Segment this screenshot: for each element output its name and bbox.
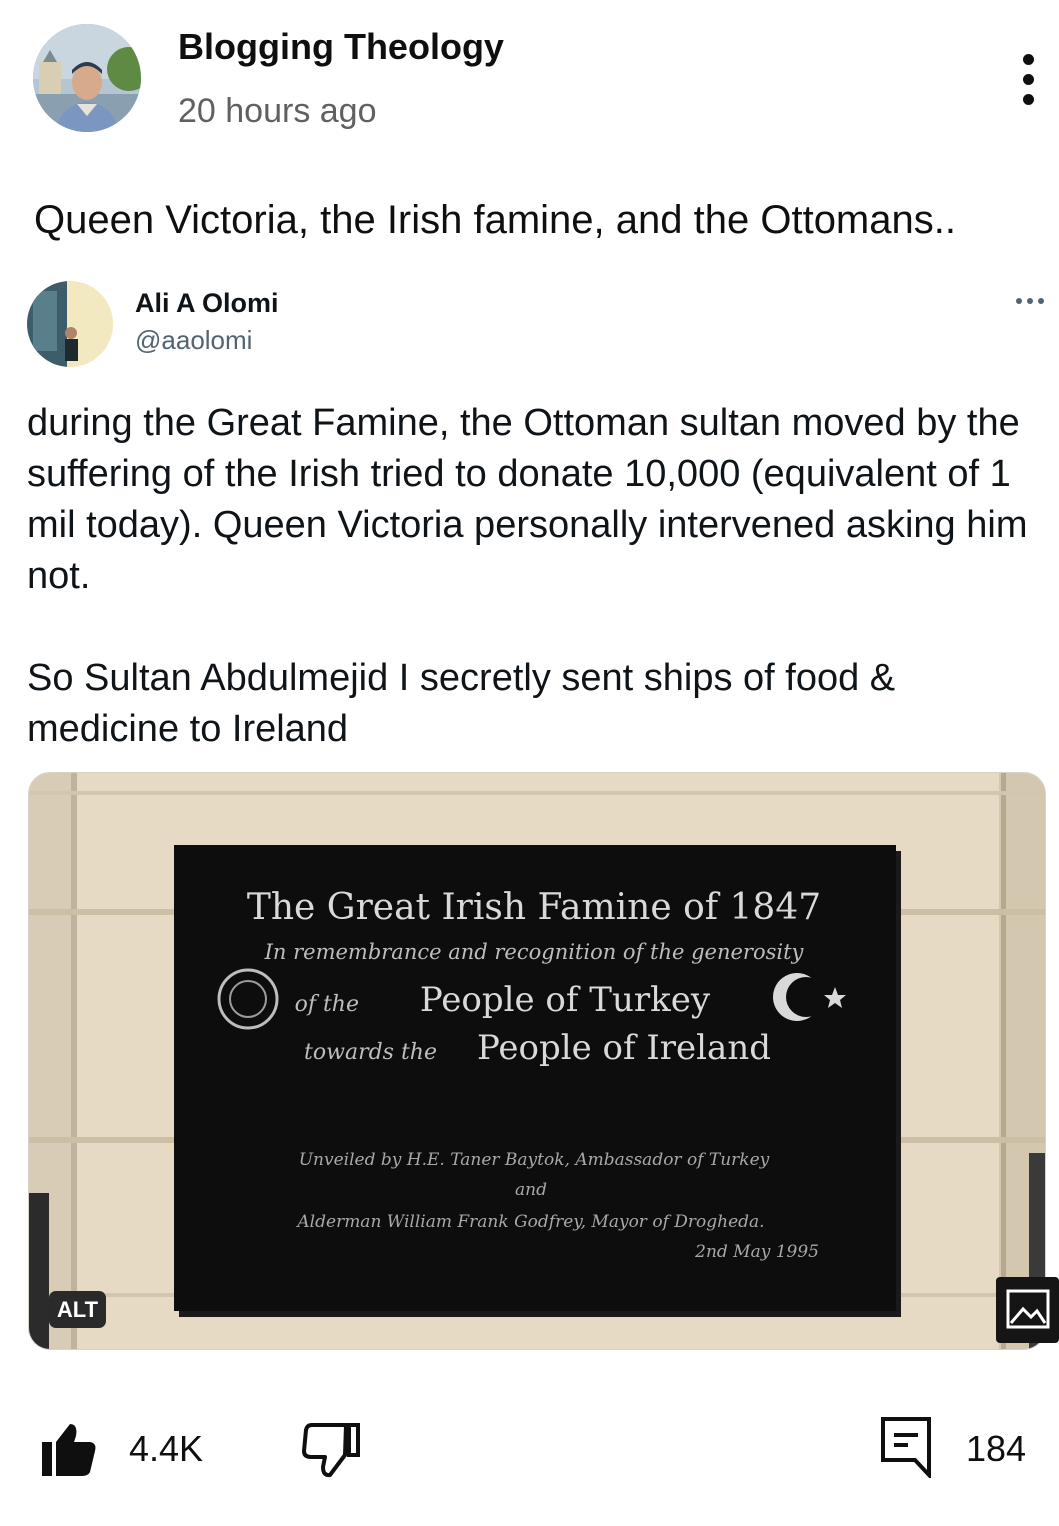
image-icon[interactable]	[996, 1277, 1059, 1343]
tweet-paragraph: during the Great Famine, the Ottoman sul…	[27, 402, 1028, 597]
tweet-author-avatar	[27, 281, 113, 367]
post-text: Queen Victoria, the Irish famine, and th…	[34, 198, 956, 242]
comment-icon[interactable]	[880, 1416, 932, 1481]
alt-badge[interactable]: ALT	[49, 1291, 106, 1328]
thumbs-down-outline-icon[interactable]	[302, 1421, 362, 1479]
thumbs-up-filled-icon[interactable]	[40, 1420, 98, 1478]
comment-count: 184	[966, 1428, 1027, 1469]
plaque-line: and	[515, 1180, 547, 1200]
more-vert-icon[interactable]	[1008, 52, 1048, 108]
tweet-image[interactable]: The Great Irish Famine of 1847 In rememb…	[28, 772, 1046, 1350]
plaque-line: of the	[295, 992, 359, 1017]
plaque-line: towards the	[304, 1040, 437, 1065]
tweet-paragraph: So Sultan Abdulmejid I secretly sent shi…	[27, 657, 896, 750]
plaque-line: People of Turkey	[420, 980, 711, 1020]
plaque-line: In remembrance and recognition of the ge…	[264, 940, 805, 964]
plaque-title: The Great Irish Famine of 1847	[247, 887, 821, 928]
more-horiz-icon	[1016, 294, 1046, 308]
tweet-text: during the Great Famine, the Ottoman sul…	[27, 398, 1052, 755]
plaque-line: People of Ireland	[477, 1028, 771, 1068]
plaque-line: Unveiled by H.E. Taner Baytok, Ambassado…	[299, 1150, 770, 1170]
channel-name[interactable]: Blogging Theology	[178, 26, 504, 68]
plaque-line: Alderman William Frank Godfrey, Mayor of…	[295, 1212, 764, 1232]
post-time: 20 hours ago	[178, 92, 377, 130]
channel-avatar[interactable]	[33, 24, 141, 132]
tweet-author-name: Ali A Olomi	[135, 288, 279, 318]
tweet-author-handle: @aaolomi	[135, 325, 253, 355]
plaque-line: 2nd May 1995	[694, 1242, 819, 1262]
like-count: 4.4K	[129, 1428, 204, 1469]
